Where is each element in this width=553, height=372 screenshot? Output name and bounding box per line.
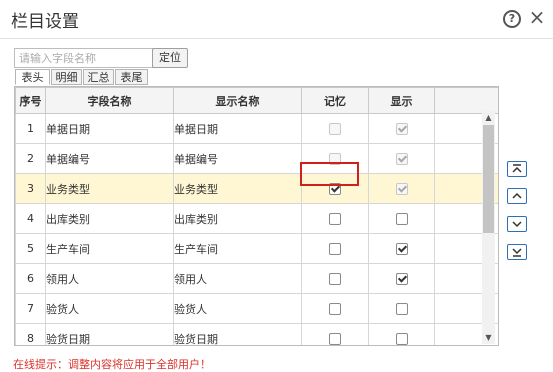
table-row[interactable]: 6 领用人 领用人 (15, 263, 498, 294)
show-checkbox (395, 123, 408, 135)
scroll-up-arrow-icon[interactable]: ▲ (482, 111, 495, 124)
dialog-titlebar: 栏目设置 ? × (0, 0, 553, 39)
column-header-field-name: 字段名称 (45, 87, 174, 114)
row-field-name: 验货日期 (45, 323, 174, 345)
show-cell (368, 323, 435, 345)
column-header-filler (434, 87, 498, 114)
show-checkbox[interactable] (395, 303, 408, 315)
row-display-name[interactable]: 业务类型 (173, 173, 302, 204)
remember-cell (301, 323, 369, 345)
show-checkbox[interactable] (395, 213, 408, 225)
row-field-name: 单据日期 (45, 113, 174, 144)
show-cell (368, 173, 435, 204)
move-top-button[interactable] (507, 161, 527, 177)
row-seq: 8 (15, 323, 46, 345)
row-seq: 1 (15, 113, 46, 144)
tab-detail[interactable]: 明细 (51, 69, 82, 85)
row-display-name[interactable]: 出库类别 (173, 203, 302, 234)
move-up-button[interactable] (507, 188, 527, 204)
row-field-name: 验货人 (45, 293, 174, 324)
show-cell (368, 203, 435, 234)
row-display-name[interactable]: 验货人 (173, 293, 302, 324)
scroll-thumb[interactable] (483, 125, 494, 233)
column-header-show: 显示 (368, 87, 435, 114)
tab-footer[interactable]: 表尾 (115, 69, 148, 85)
move-bottom-button[interactable] (507, 244, 527, 260)
remember-checkbox[interactable] (329, 303, 341, 315)
locate-button[interactable]: 定位 (152, 48, 188, 68)
row-field-name: 单据编号 (45, 143, 174, 174)
grid-body: 1 单据日期 单据日期 2 单据编号 单据编号 3 业务类型 业务类型 4 出库类别 出库类别 5 生产车… (15, 113, 498, 345)
grid-scrollbar[interactable]: ▲ ▼ (482, 111, 495, 344)
show-checkbox (395, 183, 408, 195)
table-row[interactable]: 5 生产车间 生产车间 (15, 233, 498, 264)
remember-cell (301, 233, 369, 264)
table-row[interactable]: 2 单据编号 单据编号 (15, 143, 498, 174)
show-checkbox[interactable] (395, 243, 408, 255)
row-display-name[interactable]: 验货日期 (173, 323, 302, 345)
row-display-name[interactable]: 生产车间 (173, 233, 302, 264)
remember-checkbox[interactable] (329, 183, 341, 195)
row-field-name: 出库类别 (45, 203, 174, 234)
show-cell (368, 293, 435, 324)
tab-summary[interactable]: 汇总 (83, 69, 114, 85)
row-display-name[interactable]: 领用人 (173, 263, 302, 294)
remember-cell (301, 113, 369, 144)
table-row[interactable]: 1 单据日期 单据日期 (15, 113, 498, 144)
column-header-seq: 序号 (15, 87, 46, 114)
remember-cell (301, 263, 369, 294)
online-tip: 在线提示：调整内容将应用于全部用户！ (13, 358, 211, 371)
help-icon[interactable]: ? (503, 10, 521, 28)
table-row[interactable]: 3 业务类型 业务类型 (15, 173, 498, 204)
show-checkbox (395, 153, 408, 165)
remember-cell (301, 293, 369, 324)
close-icon[interactable]: × (527, 6, 547, 28)
remember-checkbox[interactable] (329, 333, 341, 345)
show-checkbox[interactable] (395, 333, 408, 345)
grid-header-row: 序号 字段名称 显示名称 记忆 显示 (15, 87, 498, 114)
tab-header[interactable]: 表头 (15, 69, 50, 85)
row-field-name: 生产车间 (45, 233, 174, 264)
row-display-name[interactable]: 单据日期 (173, 113, 302, 144)
dialog-title: 栏目设置 (11, 12, 79, 32)
move-bottom-icon (512, 248, 522, 257)
remember-checkbox[interactable] (329, 213, 341, 225)
show-cell (368, 143, 435, 174)
row-seq: 2 (15, 143, 46, 174)
table-row[interactable]: 8 验货日期 验货日期 (15, 323, 498, 345)
move-down-icon (512, 221, 522, 228)
remember-checkbox[interactable] (329, 243, 341, 255)
show-cell (368, 233, 435, 264)
remember-checkbox (329, 123, 341, 135)
row-seq: 5 (15, 233, 46, 264)
row-seq: 6 (15, 263, 46, 294)
show-checkbox[interactable] (395, 273, 408, 285)
remember-cell (301, 173, 369, 204)
row-seq: 3 (15, 173, 46, 204)
remember-checkbox (329, 153, 341, 165)
row-display-name[interactable]: 单据编号 (173, 143, 302, 174)
show-cell (368, 113, 435, 144)
row-seq: 4 (15, 203, 46, 234)
move-top-icon (512, 164, 522, 173)
column-header-remember: 记忆 (301, 87, 369, 114)
remember-cell (301, 203, 369, 234)
row-seq: 7 (15, 293, 46, 324)
show-cell (368, 263, 435, 294)
column-header-display-name: 显示名称 (173, 87, 302, 114)
remember-checkbox[interactable] (329, 273, 341, 285)
scroll-down-arrow-icon[interactable]: ▼ (482, 331, 495, 344)
move-up-icon (512, 192, 522, 199)
field-grid: 序号 字段名称 显示名称 记忆 显示 1 单据日期 单据日期 2 单据编号 单据编号 3 业务… (14, 86, 499, 346)
table-row[interactable]: 7 验货人 验货人 (15, 293, 498, 324)
table-row[interactable]: 4 出库类别 出库类别 (15, 203, 498, 234)
row-field-name: 业务类型 (45, 173, 174, 204)
row-field-name: 领用人 (45, 263, 174, 294)
search-input[interactable] (14, 48, 154, 68)
move-down-button[interactable] (507, 216, 527, 232)
remember-cell (301, 143, 369, 174)
